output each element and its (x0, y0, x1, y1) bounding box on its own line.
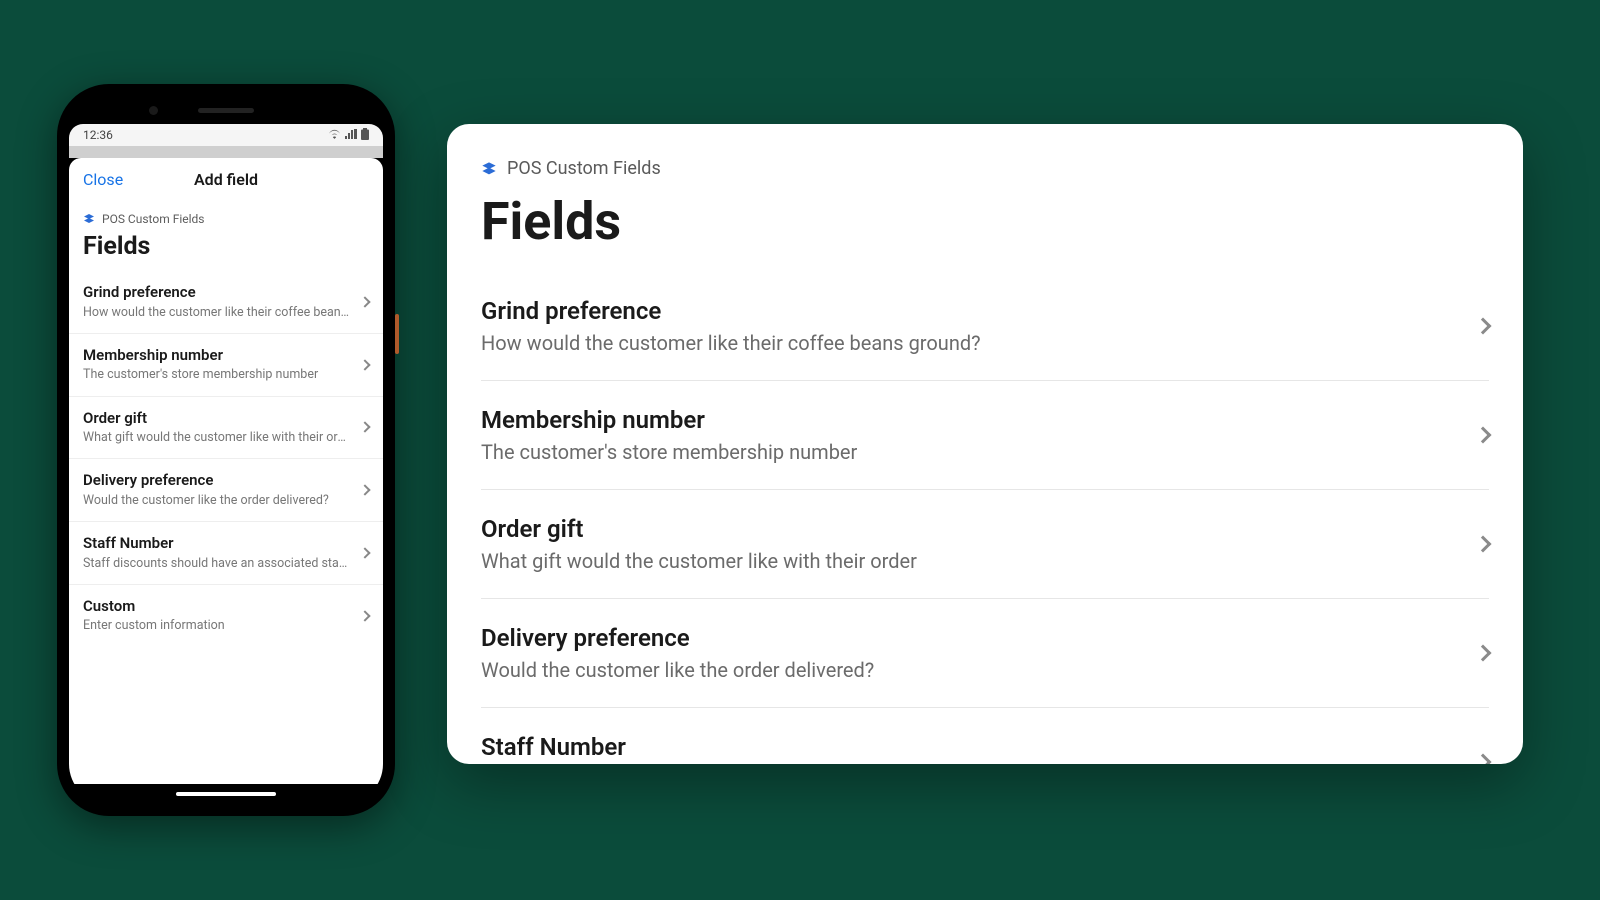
home-indicator[interactable] (176, 792, 276, 796)
field-title: Delivery preference (481, 623, 1457, 653)
chevron-right-icon (359, 547, 370, 558)
field-title: Grind preference (481, 296, 1457, 326)
field-title: Delivery preference (83, 471, 351, 491)
modal-sheet: Close Add field POS Custom Fields Fields… (69, 158, 383, 784)
field-row-order-gift[interactable]: Order gift What gift would the customer … (69, 397, 383, 460)
field-subtitle: How would the customer like their coffee… (481, 330, 1457, 356)
field-subtitle: How would the customer like their coffee… (83, 305, 351, 321)
chevron-right-icon (1475, 427, 1492, 444)
field-subtitle: Enter custom information (83, 618, 351, 634)
chevron-right-icon (359, 359, 370, 370)
field-row-staff-number[interactable]: Staff Number Staff discounts should have… (69, 522, 383, 585)
field-title: Staff Number (481, 732, 1457, 762)
field-row-grind-preference[interactable]: Grind preference How would the customer … (481, 272, 1489, 381)
app-name-label: POS Custom Fields (507, 158, 661, 179)
detail-card: POS Custom Fields Fields Grind preferenc… (447, 124, 1523, 764)
chevron-right-icon (359, 610, 370, 621)
front-camera-icon (149, 106, 158, 115)
phone-screen: 12:36 Close Add field (69, 96, 383, 804)
battery-icon (361, 128, 369, 143)
chevron-right-icon (1475, 318, 1492, 335)
status-icons (328, 128, 369, 143)
background-screen-peek (69, 146, 383, 158)
app-name-label: POS Custom Fields (102, 212, 205, 226)
sheet-header: Close Add field (69, 158, 383, 202)
field-subtitle: Staff discounts should have an associate… (83, 556, 351, 572)
field-subtitle: What gift would the customer like with t… (481, 548, 1457, 574)
wifi-icon (328, 128, 341, 142)
sheet-title: Add field (194, 170, 258, 189)
app-label-row: POS Custom Fields (69, 202, 383, 226)
field-title: Order gift (83, 409, 351, 429)
chevron-right-icon (359, 296, 370, 307)
chevron-right-icon (359, 484, 370, 495)
field-row-staff-number[interactable]: Staff Number Staff discounts should have… (481, 708, 1489, 764)
section-title: Fields (69, 226, 383, 271)
field-row-delivery-preference[interactable]: Delivery preference Would the customer l… (69, 459, 383, 522)
chevron-right-icon (1475, 536, 1492, 553)
chevron-right-icon (1475, 645, 1492, 662)
fields-list: Grind preference How would the customer … (447, 272, 1523, 764)
field-title: Grind preference (83, 283, 351, 303)
status-bar: 12:36 (69, 124, 383, 146)
field-subtitle: Would the customer like the order delive… (83, 493, 351, 509)
field-title: Staff Number (83, 534, 351, 554)
chevron-right-icon (359, 422, 370, 433)
field-row-order-gift[interactable]: Order gift What gift would the customer … (481, 490, 1489, 599)
fields-list: Grind preference How would the customer … (69, 271, 383, 647)
field-row-membership-number[interactable]: Membership number The customer's store m… (69, 334, 383, 397)
phone-power-button (395, 314, 399, 354)
speaker-grill-icon (198, 108, 254, 113)
status-time: 12:36 (83, 128, 113, 142)
field-subtitle: Would the customer like the order delive… (481, 657, 1457, 683)
section-title: Fields (447, 179, 1523, 272)
app-label-row: POS Custom Fields (447, 158, 1523, 179)
field-title: Custom (83, 597, 351, 617)
field-row-grind-preference[interactable]: Grind preference How would the customer … (69, 271, 383, 334)
phone-frame: 12:36 Close Add field (57, 84, 395, 816)
field-title: Membership number (83, 346, 351, 366)
field-row-custom[interactable]: Custom Enter custom information (69, 585, 383, 647)
phone-notch (69, 96, 383, 124)
close-button[interactable]: Close (83, 170, 123, 189)
field-row-membership-number[interactable]: Membership number The customer's store m… (481, 381, 1489, 490)
field-title: Order gift (481, 514, 1457, 544)
chevron-right-icon (1475, 754, 1492, 764)
signal-icon (345, 128, 357, 142)
field-subtitle: What gift would the customer like with t… (83, 430, 351, 446)
field-subtitle: The customer's store membership number (481, 439, 1457, 465)
app-icon (481, 161, 497, 177)
app-icon (83, 213, 95, 225)
field-subtitle: The customer's store membership number (83, 367, 351, 383)
field-row-delivery-preference[interactable]: Delivery preference Would the customer l… (481, 599, 1489, 708)
field-title: Membership number (481, 405, 1457, 435)
